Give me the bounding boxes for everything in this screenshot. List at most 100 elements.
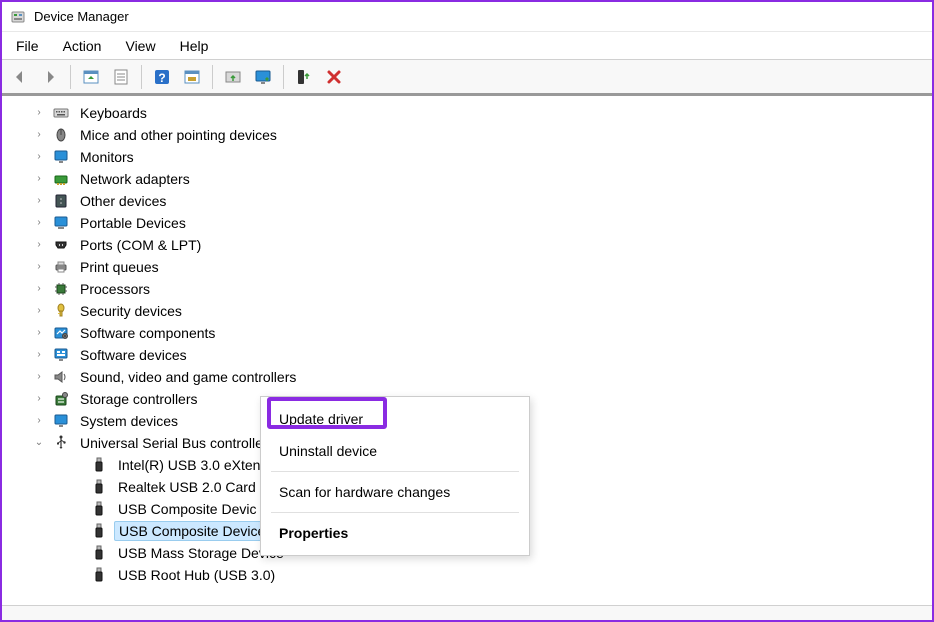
keyboard-icon	[52, 104, 70, 122]
chevron-right-icon[interactable]: ›	[32, 216, 46, 230]
menu-help[interactable]: Help	[170, 34, 219, 58]
device-label[interactable]: Sound, video and game controllers	[76, 368, 300, 386]
storage-icon	[52, 390, 70, 408]
chevron-right-icon	[70, 458, 84, 472]
help-icon	[152, 67, 172, 87]
device-label[interactable]: Security devices	[76, 302, 186, 320]
device-category[interactable]: › Monitors	[22, 146, 932, 168]
device-label[interactable]: USB Composite Device	[114, 521, 270, 541]
context-menu-properties[interactable]: Properties	[261, 517, 529, 549]
chevron-right-icon[interactable]: ›	[32, 150, 46, 164]
delete-icon	[324, 67, 344, 87]
chevron-right-icon[interactable]: ›	[32, 260, 46, 274]
device-label[interactable]: Intel(R) USB 3.0 eXten	[114, 456, 264, 474]
chevron-right-icon[interactable]: ›	[32, 326, 46, 340]
toolbar-help-button[interactable]	[148, 63, 176, 91]
context-menu: Update driver Uninstall device Scan for …	[260, 396, 530, 556]
usb-icon	[90, 566, 108, 584]
device-label[interactable]: Software devices	[76, 346, 191, 364]
device-node[interactable]: USB Root Hub (USB 3.0)	[22, 564, 932, 586]
device-category[interactable]: › Network adapters	[22, 168, 932, 190]
toolbar-separator	[141, 65, 142, 89]
menubar: File Action View Help	[2, 32, 932, 60]
menu-file[interactable]: File	[6, 34, 49, 58]
chevron-right-icon[interactable]: ›	[32, 392, 46, 406]
device-category[interactable]: › Processors	[22, 278, 932, 300]
device-label[interactable]: System devices	[76, 412, 182, 430]
sound-icon	[52, 368, 70, 386]
device-label[interactable]: Monitors	[76, 148, 138, 166]
chevron-right-icon[interactable]: ›	[32, 106, 46, 120]
security-icon	[52, 302, 70, 320]
chevron-right-icon[interactable]: ›	[32, 370, 46, 384]
toolbar-scan-button[interactable]	[178, 63, 206, 91]
other-icon	[52, 192, 70, 210]
device-category[interactable]: › Mice and other pointing devices	[22, 124, 932, 146]
device-category[interactable]: › Sound, video and game controllers	[22, 366, 932, 388]
usbctrl-icon	[52, 434, 70, 452]
device-label[interactable]: Mice and other pointing devices	[76, 126, 281, 144]
portable-icon	[52, 214, 70, 232]
usb-icon	[90, 544, 108, 562]
device-label[interactable]: Software components	[76, 324, 219, 342]
toolbar-back-button[interactable]	[6, 63, 34, 91]
arrow-right-icon	[40, 67, 60, 87]
device-category[interactable]: › Keyboards	[22, 102, 932, 124]
device-label[interactable]: USB Root Hub (USB 3.0)	[114, 566, 279, 584]
device-category[interactable]: › Software devices	[22, 344, 932, 366]
toolbar-properties-button[interactable]	[107, 63, 135, 91]
toolbar-update-driver-button[interactable]	[219, 63, 247, 91]
statusbar	[2, 606, 932, 620]
chevron-right-icon[interactable]: ›	[32, 414, 46, 428]
usb-icon	[90, 478, 108, 496]
menu-view[interactable]: View	[115, 34, 165, 58]
chevron-right-icon[interactable]: ›	[32, 172, 46, 186]
monitor-up-icon	[253, 67, 273, 87]
device-category[interactable]: › Other devices	[22, 190, 932, 212]
chevron-right-icon[interactable]: ›	[32, 304, 46, 318]
toolbar-delete-button[interactable]	[320, 63, 348, 91]
device-label[interactable]: USB Composite Devic	[114, 500, 261, 518]
device-up-icon	[294, 67, 314, 87]
device-label[interactable]: Processors	[76, 280, 154, 298]
show-hidden-icon	[81, 67, 101, 87]
chevron-right-icon[interactable]: ›	[32, 128, 46, 142]
toolbar-show-hidden-button[interactable]	[77, 63, 105, 91]
device-label[interactable]: Realtek USB 2.0 Card	[114, 478, 260, 496]
chevron-right-icon[interactable]: ›	[32, 282, 46, 296]
device-label[interactable]: Universal Serial Bus controllers	[76, 434, 279, 452]
device-category[interactable]: › Security devices	[22, 300, 932, 322]
toolbar-enable-button[interactable]	[249, 63, 277, 91]
device-category[interactable]: › Ports (COM & LPT)	[22, 234, 932, 256]
monitor-icon	[52, 148, 70, 166]
device-category[interactable]: › Software components	[22, 322, 932, 344]
device-label[interactable]: Keyboards	[76, 104, 151, 122]
usb-icon	[90, 456, 108, 474]
menu-action[interactable]: Action	[53, 34, 112, 58]
chevron-right-icon	[70, 568, 84, 582]
app-icon	[10, 9, 26, 25]
chevron-down-icon[interactable]: ⌄	[32, 436, 46, 450]
window-title: Device Manager	[34, 9, 129, 24]
context-menu-update-driver[interactable]: Update driver	[261, 403, 529, 435]
device-tree[interactable]: › Keyboards › Mice and other pointing devic…	[2, 96, 932, 606]
device-label[interactable]: Print queues	[76, 258, 163, 276]
chevron-right-icon[interactable]: ›	[32, 194, 46, 208]
device-label[interactable]: Network adapters	[76, 170, 194, 188]
chevron-right-icon	[70, 480, 84, 494]
device-label[interactable]: Portable Devices	[76, 214, 190, 232]
port-icon	[52, 236, 70, 254]
device-manager-window: Device Manager File Action View Help › Ke…	[0, 0, 934, 622]
toolbar-uninstall-button[interactable]	[290, 63, 318, 91]
device-category[interactable]: › Print queues	[22, 256, 932, 278]
device-label[interactable]: Other devices	[76, 192, 170, 210]
device-label[interactable]: Storage controllers	[76, 390, 202, 408]
context-menu-uninstall-device[interactable]: Uninstall device	[261, 435, 529, 467]
device-category[interactable]: › Portable Devices	[22, 212, 932, 234]
toolbar-separator	[70, 65, 71, 89]
context-menu-scan-hardware[interactable]: Scan for hardware changes	[261, 476, 529, 508]
toolbar-forward-button[interactable]	[36, 63, 64, 91]
device-label[interactable]: Ports (COM & LPT)	[76, 236, 205, 254]
chevron-right-icon[interactable]: ›	[32, 348, 46, 362]
chevron-right-icon[interactable]: ›	[32, 238, 46, 252]
